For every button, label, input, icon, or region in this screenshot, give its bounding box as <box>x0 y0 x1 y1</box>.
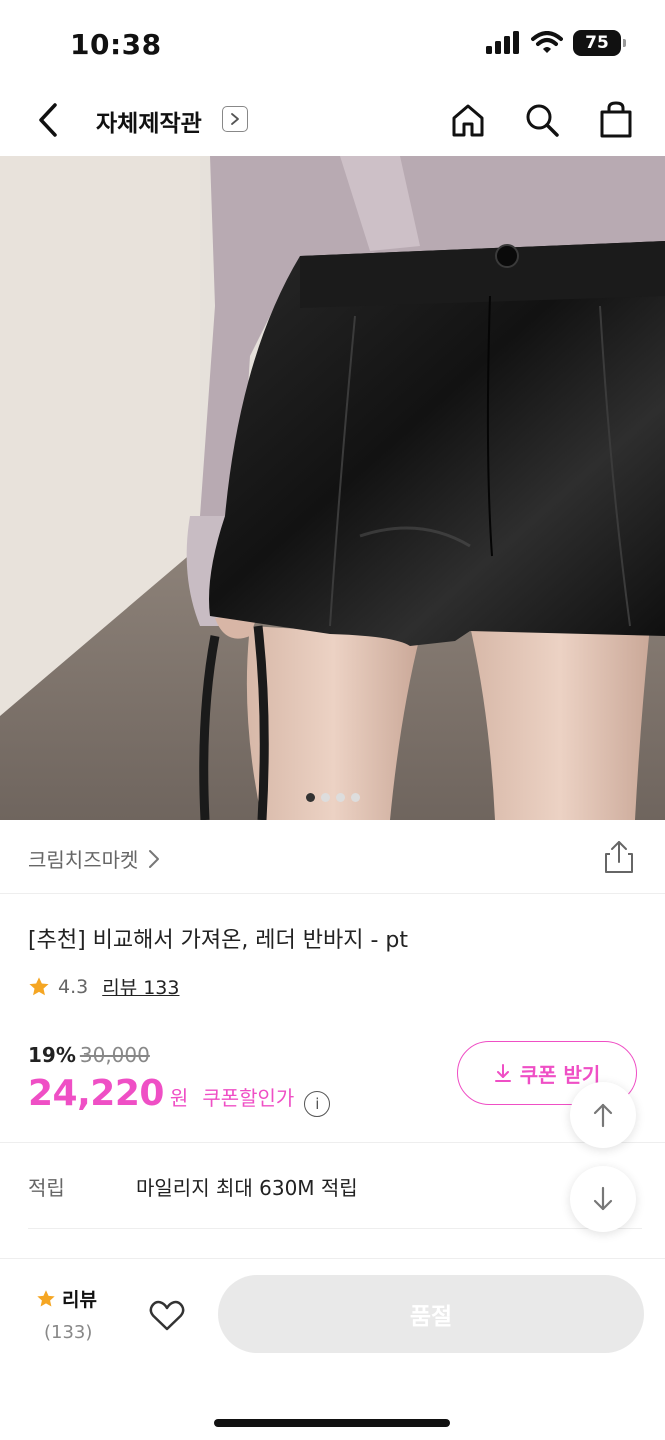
nav-bar: 자체제작관 <box>0 88 665 156</box>
review-summary-label: 리뷰 <box>62 1289 97 1311</box>
discount-rate: 19% <box>28 1043 76 1067</box>
product-photo <box>0 156 665 820</box>
product-title: [추천] 비교해서 가져온, 레더 반바지 - pt <box>28 928 409 953</box>
share-icon <box>605 841 633 873</box>
carousel-indicator <box>0 793 665 802</box>
status-icons: 75 <box>485 30 626 56</box>
download-icon <box>494 1064 511 1082</box>
status-time: 10:38 <box>70 28 162 61</box>
product-image-carousel[interactable] <box>0 156 665 820</box>
scroll-up-button[interactable] <box>570 1082 636 1148</box>
review-summary-count: (133) <box>44 1322 93 1343</box>
arrow-up-icon <box>593 1103 613 1128</box>
cellular-signal-icon <box>486 31 519 54</box>
cart-button[interactable] <box>594 98 638 142</box>
wifi-icon <box>531 31 563 53</box>
coupon-button-label: 쿠폰 받기 <box>519 1062 601 1087</box>
back-button[interactable] <box>26 98 70 142</box>
price-block: 19% 30,000 24,220 원 쿠폰할인가 i <box>28 1043 331 1117</box>
arrow-down-icon <box>593 1186 613 1211</box>
divider <box>0 1142 665 1143</box>
share-button[interactable] <box>601 838 637 876</box>
home-indicator <box>214 1419 450 1427</box>
scroll-down-button[interactable] <box>570 1166 636 1232</box>
mileage-text: 마일리지 최대 630M 적립 <box>136 1176 358 1200</box>
wishlist-button[interactable] <box>144 1293 190 1339</box>
store-row: 크림치즈마켓 <box>0 820 665 894</box>
store-link[interactable]: 크림치즈마켓 <box>28 844 160 873</box>
search-button[interactable] <box>520 98 564 142</box>
sale-price: 24,220 <box>28 1073 164 1114</box>
price-unit: 원 <box>169 1086 189 1110</box>
rating-value: 4.3 <box>58 975 89 998</box>
carousel-dot[interactable] <box>305 793 315 802</box>
coupon-price-label: 쿠폰할인가 <box>202 1086 295 1110</box>
star-icon <box>37 1289 55 1306</box>
heart-icon <box>149 1300 185 1331</box>
status-bar: 10:38 75 <box>0 0 665 88</box>
review-summary-button[interactable]: 리뷰 (133) <box>36 1285 116 1343</box>
chevron-right-icon <box>149 849 160 868</box>
carousel-dot[interactable] <box>335 793 345 802</box>
divider <box>28 1228 642 1229</box>
nav-title-chevron[interactable] <box>222 106 248 132</box>
chevron-right-icon <box>231 113 239 125</box>
nav-title[interactable]: 자체제작관 <box>96 104 202 138</box>
original-price: 30,000 <box>79 1043 150 1067</box>
review-link[interactable]: 리뷰 133 <box>102 973 179 1000</box>
rating-row: 4.3 리뷰 133 <box>28 973 179 1000</box>
carousel-dot[interactable] <box>320 793 330 802</box>
home-button[interactable] <box>446 98 490 142</box>
info-icon[interactable]: i <box>304 1091 331 1117</box>
shopping-bag-icon <box>600 101 632 138</box>
soldout-button[interactable]: 품절 <box>218 1275 644 1353</box>
back-icon <box>39 103 57 137</box>
store-name: 크림치즈마켓 <box>28 848 139 872</box>
star-icon <box>29 976 49 995</box>
battery-indicator: 75 <box>573 30 626 56</box>
search-icon <box>526 104 559 137</box>
bottom-action-bar: 리뷰 (133) 품절 <box>0 1258 665 1440</box>
mileage-label: 적립 <box>28 1176 65 1200</box>
home-icon <box>452 104 484 137</box>
carousel-dot[interactable] <box>350 793 360 802</box>
